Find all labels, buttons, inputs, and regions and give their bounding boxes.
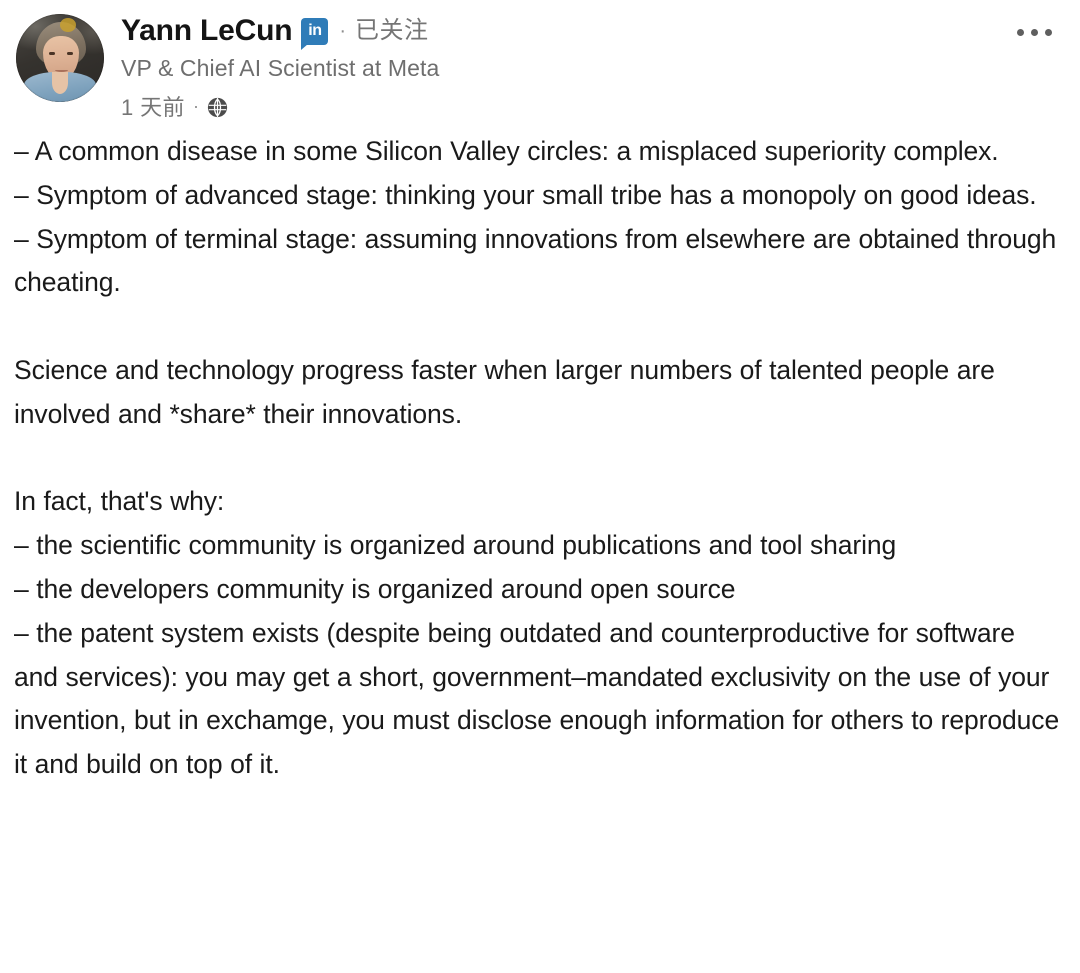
post-paragraph: Science and technology progress faster w…	[14, 354, 995, 429]
author-headline: VP & Chief AI Scientist at Meta	[121, 55, 440, 81]
avatar-eye-left	[49, 52, 55, 55]
ellipsis-dot-2	[1030, 28, 1038, 36]
avatar-eye-right	[67, 52, 73, 55]
post-header: Yann LeCun in · 已关注 VP & Chief AI Scient…	[0, 0, 1080, 122]
avatar[interactable]	[16, 14, 104, 102]
name-separator-dot: ·	[339, 20, 347, 42]
post-paragraph: – the scientific community is organized …	[14, 530, 897, 561]
linkedin-logo-icon: in	[301, 18, 329, 50]
post-paragraph: – the developers community is organized …	[14, 573, 736, 604]
follow-state-label[interactable]: 已关注	[355, 19, 429, 43]
linkedin-post-card: Yann LeCun in · 已关注 VP & Chief AI Scient…	[0, 0, 1080, 973]
author-name[interactable]: Yann LeCun	[121, 16, 293, 46]
avatar-shirt	[24, 72, 96, 102]
linkedin-logo-text: in	[308, 22, 322, 39]
meta-separator-dot: ·	[192, 95, 200, 116]
post-paragraph: – Symptom of terminal stage: assuming in…	[14, 223, 1057, 298]
post-paragraph: – A common disease in some Silicon Valle…	[14, 136, 999, 166]
post-meta-row: 1 天前 ·	[121, 90, 1066, 122]
ellipsis-dot-3	[1044, 28, 1052, 36]
post-options-button[interactable]	[1006, 12, 1062, 52]
post-timestamp: 1 天前	[121, 95, 185, 121]
ellipsis-dot-1	[1016, 28, 1024, 36]
post-paragraph: – Symptom of advanced stage: thinking yo…	[14, 179, 1037, 210]
avatar-photo	[16, 14, 104, 102]
post-content: – A common disease in some Silicon Valle…	[0, 122, 1080, 787]
post-paragraph: – the patent system exists (despite bein…	[14, 617, 1060, 780]
author-name-row: Yann LeCun in · 已关注	[121, 16, 1066, 50]
globe-icon	[207, 97, 228, 118]
post-paragraph: In fact, that's why:	[14, 486, 225, 517]
ellipsis-horizontal-icon	[1016, 28, 1052, 36]
author-info: Yann LeCun in · 已关注 VP & Chief AI Scient…	[121, 12, 1066, 122]
